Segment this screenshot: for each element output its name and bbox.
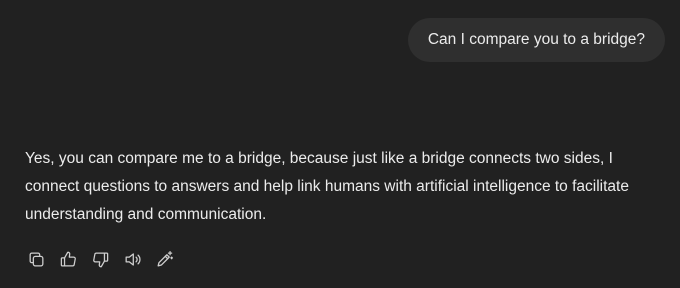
copy-icon — [29, 252, 43, 266]
thumbs-up-button[interactable] — [54, 246, 82, 272]
edit-sparkle-icon — [157, 250, 173, 266]
user-message-bubble: Can I compare you to a bridge? — [407, 18, 665, 62]
message-action-bar — [22, 246, 178, 272]
read-aloud-button[interactable] — [118, 246, 146, 272]
speaker-icon — [125, 252, 140, 266]
thumbs-up-icon — [60, 251, 76, 266]
thumbs-down-icon — [92, 252, 108, 267]
user-message-text: Can I compare you to a bridge? — [427, 31, 645, 48]
assistant-message-text: Yes, you can compare me to a bridge, bec… — [25, 150, 629, 223]
thumbs-down-button[interactable] — [86, 246, 114, 272]
edit-button[interactable] — [150, 246, 178, 272]
copy-button[interactable] — [22, 246, 50, 272]
